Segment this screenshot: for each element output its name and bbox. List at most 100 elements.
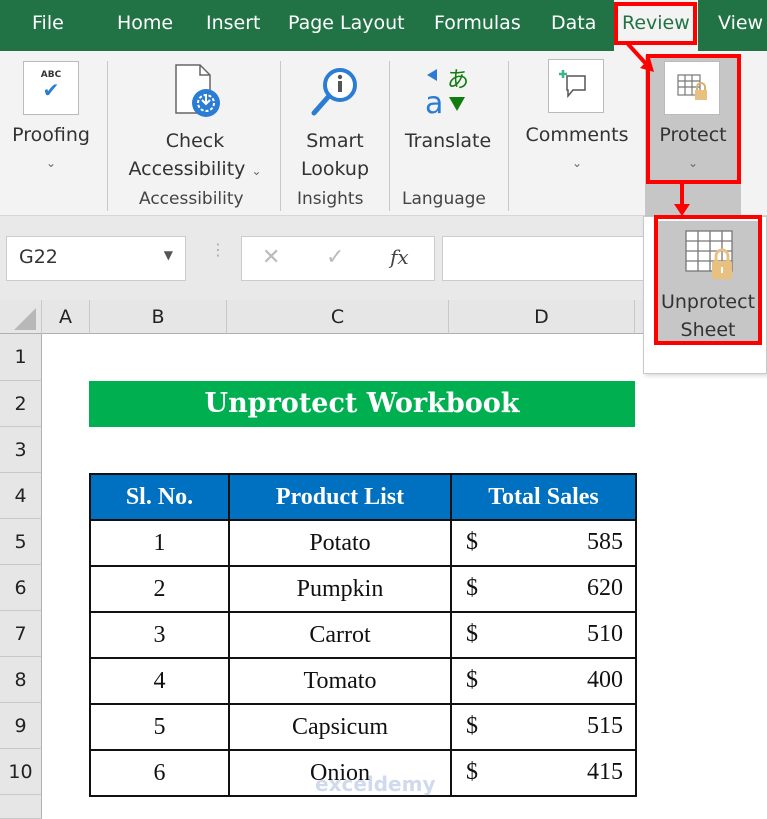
table-row: 5 Capsicum $515 [89, 703, 637, 751]
name-box-value: G22 [19, 246, 58, 268]
cell-sl[interactable]: 5 [89, 703, 230, 751]
lookup-label: Lookup [300, 158, 370, 180]
cell-sl[interactable]: 3 [89, 611, 230, 659]
spelling-abc-check-icon: ABC ✔ [23, 61, 79, 115]
table-row: 1 Potato $585 [89, 519, 637, 567]
name-box[interactable]: G22 ▼ [6, 236, 186, 281]
cell-sales[interactable]: $620 [450, 565, 637, 613]
row-header-6[interactable]: 6 [0, 565, 42, 611]
tab-page-layout[interactable]: Page Layout [288, 12, 405, 34]
smart-lookup-icon [311, 68, 357, 116]
chevron-down-icon: ⌄ [251, 164, 262, 178]
tab-view[interactable]: View [718, 12, 763, 34]
ribbon-separator [389, 61, 390, 211]
sheet-title: Unprotect Workbook [89, 381, 635, 427]
group-label-accessibility: Accessibility [139, 189, 244, 209]
row-header-9[interactable]: 9 [0, 703, 42, 749]
column-header-b[interactable]: B [90, 300, 227, 334]
chevron-down-icon: ⌄ [571, 156, 583, 170]
formula-buttons: ✕ ✓ fx [241, 236, 435, 281]
arrow-to-unprotect [674, 182, 690, 216]
row-header-2[interactable]: 2 [0, 381, 42, 427]
row-header-5[interactable]: 5 [0, 519, 42, 565]
cell-sales[interactable]: $415 [450, 749, 637, 797]
translate-icon: あ a [425, 68, 469, 117]
cell-sales[interactable]: $585 [450, 519, 637, 567]
enter-icon[interactable]: ✓ [326, 245, 344, 270]
smart-lookup-button[interactable]: Smart Lookup [290, 57, 380, 187]
tab-data[interactable]: Data [551, 12, 596, 34]
proofing-label: Proofing [12, 124, 90, 146]
currency-symbol: $ [466, 713, 478, 739]
cell-product[interactable]: Carrot [228, 611, 452, 659]
sales-amount: 620 [587, 575, 623, 601]
row-header-11[interactable] [0, 795, 42, 819]
sales-amount: 515 [587, 713, 623, 739]
column-header-d[interactable]: D [449, 300, 635, 334]
cell-sales[interactable]: $515 [450, 703, 637, 751]
header-sl-no: Sl. No. [89, 473, 230, 521]
check-accessibility-button[interactable]: Check Accessibility ⌄ [120, 57, 270, 187]
cancel-icon[interactable]: ✕ [262, 245, 280, 270]
insert-function-icon[interactable]: fx [390, 245, 409, 269]
tab-insert[interactable]: Insert [206, 12, 261, 34]
cell-sl[interactable]: 2 [89, 565, 230, 613]
row-header-3[interactable]: 3 [0, 427, 42, 473]
currency-symbol: $ [466, 575, 478, 601]
column-header-a[interactable]: A [42, 300, 90, 334]
cell-sl[interactable]: 6 [89, 749, 230, 797]
sales-amount: 400 [587, 667, 623, 693]
cell-product[interactable]: Tomato [228, 657, 452, 705]
column-header-c[interactable]: C [227, 300, 449, 334]
row-header-4[interactable]: 4 [0, 473, 42, 519]
review-tab-highlight [614, 2, 697, 45]
cell-product[interactable]: Potato [228, 519, 452, 567]
tab-formulas[interactable]: Formulas [434, 12, 521, 34]
row-header-8[interactable]: 8 [0, 657, 42, 703]
more-options-icon: ⋮ [210, 240, 226, 259]
header-product-list: Product List [228, 473, 452, 521]
ribbon-separator [280, 61, 281, 211]
name-box-dropdown-icon[interactable]: ▼ [164, 248, 173, 262]
tab-home[interactable]: Home [117, 12, 173, 34]
table-row: 2 Pumpkin $620 [89, 565, 637, 613]
cell-sl[interactable]: 1 [89, 519, 230, 567]
svg-text:あ: あ [447, 68, 469, 93]
unprotect-sheet-highlight-box [654, 215, 762, 345]
header-total-sales: Total Sales [450, 473, 637, 521]
sales-amount: 415 [587, 759, 623, 785]
select-all-corner[interactable] [0, 300, 42, 334]
comments-button[interactable]: Comments ⌄ [518, 57, 636, 187]
watermark-logo: exceldemy [315, 772, 436, 796]
cell-sales[interactable]: $400 [450, 657, 637, 705]
currency-symbol: $ [466, 759, 478, 785]
cell-sales[interactable]: $510 [450, 611, 637, 659]
chevron-down-icon: ⌄ [45, 156, 57, 170]
new-comment-icon [548, 59, 604, 113]
tab-file[interactable]: File [32, 12, 64, 34]
currency-symbol: $ [466, 529, 478, 555]
sales-table: Sl. No. Product List Total Sales 1 Potato… [89, 473, 637, 797]
cell-product[interactable]: Capsicum [228, 703, 452, 751]
table-row: 3 Carrot $510 [89, 611, 637, 659]
cell-sl[interactable]: 4 [89, 657, 230, 705]
smart-label: Smart [306, 130, 364, 152]
ribbon-separator [508, 61, 509, 211]
protect-button-highlight-box [646, 54, 741, 184]
accessibility-label: Accessibility [128, 158, 246, 180]
row-header-10[interactable]: 10 [0, 749, 42, 795]
translate-label: Translate [404, 130, 492, 152]
group-label-language: Language [402, 189, 486, 209]
ribbon-separator [107, 61, 108, 211]
cell-product[interactable]: Pumpkin [228, 565, 452, 613]
svg-text:a: a [425, 86, 443, 117]
translate-button[interactable]: あ a Translate [398, 57, 498, 187]
row-header-1[interactable]: 1 [0, 334, 42, 381]
comments-label: Comments [525, 124, 629, 146]
sales-amount: 585 [587, 529, 623, 555]
proofing-button[interactable]: ABC ✔ Proofing ⌄ [5, 57, 97, 187]
currency-symbol: $ [466, 621, 478, 647]
arrow-to-protect [626, 42, 654, 72]
row-header-7[interactable]: 7 [0, 611, 42, 657]
sales-amount: 510 [587, 621, 623, 647]
